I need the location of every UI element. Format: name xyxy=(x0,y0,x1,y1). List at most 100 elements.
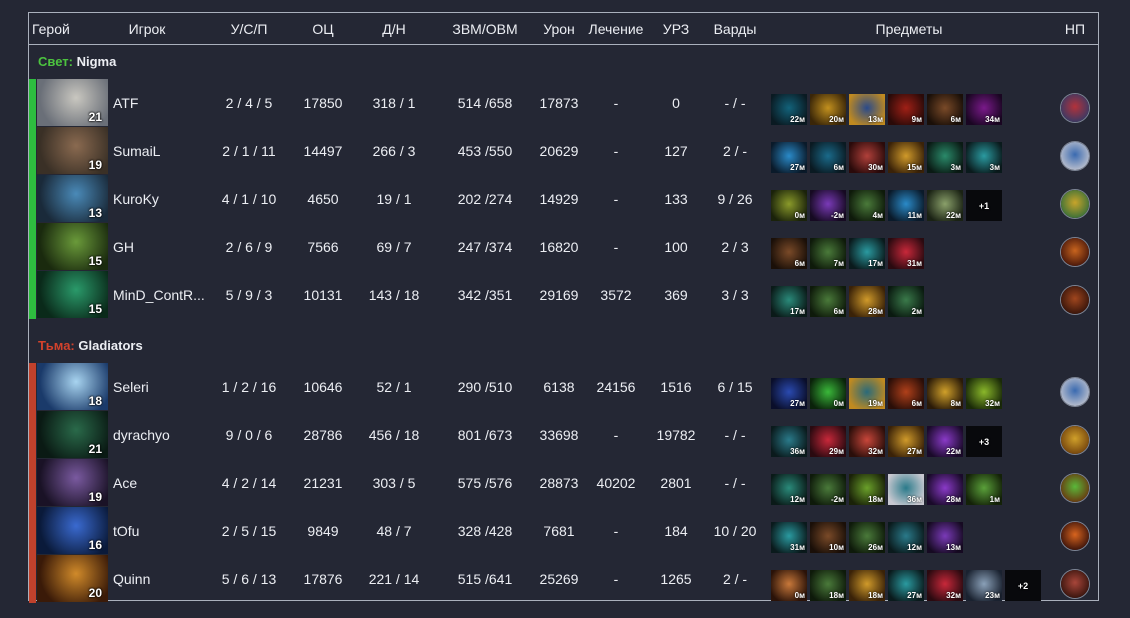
item-icon[interactable]: 2м xyxy=(888,286,924,317)
item-icon[interactable]: 17м xyxy=(771,286,807,317)
item-icon[interactable]: -2м xyxy=(810,474,846,505)
item-icon[interactable]: 32м xyxy=(927,570,963,601)
item-icon[interactable]: 3м xyxy=(927,142,963,173)
item-icon[interactable]: 28м xyxy=(927,474,963,505)
header-healing[interactable]: Лечение xyxy=(581,21,651,37)
player-name[interactable]: Seleri xyxy=(113,379,149,395)
item-icon[interactable]: 30м xyxy=(849,142,885,173)
hero-portrait[interactable]: 16 xyxy=(37,507,108,554)
item-icon[interactable]: 29м xyxy=(810,426,846,457)
neutral-item-icon[interactable] xyxy=(1060,521,1090,551)
item-icon[interactable]: 27м xyxy=(771,378,807,409)
item-icon[interactable]: 6м xyxy=(810,286,846,317)
item-icon[interactable]: 27м xyxy=(888,570,924,601)
hero-portrait[interactable]: 19 xyxy=(37,127,108,174)
player-row[interactable]: 20 Quinn 5 / 6 / 13 17876 221 / 14 515 /641 25… xyxy=(29,555,1098,603)
neutral-item-icon[interactable] xyxy=(1060,285,1090,315)
item-icon[interactable]: 6м xyxy=(888,378,924,409)
item-icon[interactable]: 0м xyxy=(771,190,807,221)
item-icon[interactable]: 31м xyxy=(771,522,807,553)
hero-portrait[interactable]: 19 xyxy=(37,459,108,506)
item-icon[interactable]: 18м xyxy=(810,570,846,601)
item-icon[interactable]: 32м xyxy=(849,426,885,457)
header-kda[interactable]: У/С/П xyxy=(209,21,289,37)
player-name[interactable]: GH xyxy=(113,239,134,255)
item-icon[interactable]: 9м xyxy=(888,94,924,125)
header-net-worth[interactable]: ОЦ xyxy=(293,21,353,37)
neutral-item-icon[interactable] xyxy=(1060,141,1090,171)
item-icon[interactable]: 18м xyxy=(849,474,885,505)
player-name[interactable]: tOfu xyxy=(113,523,139,539)
item-icon[interactable]: 34м xyxy=(966,94,1002,125)
header-damage[interactable]: Урон xyxy=(529,21,589,37)
neutral-item-icon[interactable] xyxy=(1060,473,1090,503)
header-gpm-xpm[interactable]: ЗВМ/ОВМ xyxy=(440,21,530,37)
neutral-item-icon[interactable] xyxy=(1060,425,1090,455)
neutral-item-icon[interactable] xyxy=(1060,569,1090,599)
player-row[interactable]: 16 tOfu 2 / 5 / 15 9849 48 / 7 328 /428 7681 - 1… xyxy=(29,507,1098,555)
item-icon[interactable]: 11м xyxy=(888,190,924,221)
item-icon[interactable]: 36м xyxy=(888,474,924,505)
item-icon[interactable]: 8м xyxy=(927,378,963,409)
header-last-hits-denies[interactable]: Д/Н xyxy=(359,21,429,37)
hero-portrait[interactable]: 15 xyxy=(37,223,108,270)
more-items-badge[interactable]: +2 xyxy=(1005,570,1041,601)
item-icon[interactable]: 1м xyxy=(966,474,1002,505)
hero-portrait[interactable]: 20 xyxy=(37,555,108,602)
neutral-item-icon[interactable] xyxy=(1060,237,1090,267)
player-name[interactable]: dyrachyo xyxy=(113,427,170,443)
header-hero[interactable]: Герой xyxy=(32,21,70,37)
player-row[interactable]: 21 dyrachyo 9 / 0 / 6 28786 456 / 18 801 /673… xyxy=(29,411,1098,459)
header-tower-damage[interactable]: УРЗ xyxy=(651,21,701,37)
item-icon[interactable]: 3м xyxy=(966,142,1002,173)
item-icon[interactable]: 6м xyxy=(927,94,963,125)
player-row[interactable]: 13 KuroKy 4 / 1 / 10 4650 19 / 1 202 /274 1492… xyxy=(29,175,1098,223)
item-icon[interactable]: 36м xyxy=(771,426,807,457)
header-player[interactable]: Игрок xyxy=(107,21,187,37)
player-row[interactable]: 18 Seleri 1 / 2 / 16 10646 52 / 1 290 /510 613… xyxy=(29,363,1098,411)
header-wards[interactable]: Варды xyxy=(700,21,770,37)
player-name[interactable]: SumaiL xyxy=(113,143,160,159)
player-row[interactable]: 15 MinD_ContR... 5 / 9 / 3 10131 143 / 18 342… xyxy=(29,271,1098,319)
item-icon[interactable]: -2м xyxy=(810,190,846,221)
item-icon[interactable]: 22м xyxy=(771,94,807,125)
item-icon[interactable]: 0м xyxy=(771,570,807,601)
item-icon[interactable]: 4м xyxy=(849,190,885,221)
item-icon[interactable]: 20м xyxy=(810,94,846,125)
item-icon[interactable]: 6м xyxy=(810,142,846,173)
item-icon[interactable]: 15м xyxy=(888,142,924,173)
item-icon[interactable]: 22м xyxy=(927,426,963,457)
item-icon[interactable]: 23м xyxy=(966,570,1002,601)
item-icon[interactable]: 27м xyxy=(771,142,807,173)
item-icon[interactable]: 13м xyxy=(849,94,885,125)
item-icon[interactable]: 31м xyxy=(888,238,924,269)
item-icon[interactable]: 26м xyxy=(849,522,885,553)
item-icon[interactable]: 32м xyxy=(966,378,1002,409)
item-icon[interactable]: 17м xyxy=(849,238,885,269)
hero-portrait[interactable]: 21 xyxy=(37,79,108,126)
player-name[interactable]: Quinn xyxy=(113,571,150,587)
hero-portrait[interactable]: 18 xyxy=(37,363,108,410)
item-icon[interactable]: 19м xyxy=(849,378,885,409)
player-name[interactable]: Ace xyxy=(113,475,137,491)
neutral-item-icon[interactable] xyxy=(1060,377,1090,407)
neutral-item-icon[interactable] xyxy=(1060,189,1090,219)
item-icon[interactable]: 6м xyxy=(771,238,807,269)
item-icon[interactable]: 0м xyxy=(810,378,846,409)
player-name[interactable]: ATF xyxy=(113,95,138,111)
player-row[interactable]: 19 SumaiL 2 / 1 / 11 14497 266 / 3 453 /550 20… xyxy=(29,127,1098,175)
item-icon[interactable]: 12м xyxy=(888,522,924,553)
player-row[interactable]: 21 ATF 2 / 4 / 5 17850 318 / 1 514 /658 17873 -… xyxy=(29,79,1098,127)
player-name[interactable]: KuroKy xyxy=(113,191,159,207)
hero-portrait[interactable]: 15 xyxy=(37,271,108,318)
more-items-badge[interactable]: +1 xyxy=(966,190,1002,221)
item-icon[interactable]: 10м xyxy=(810,522,846,553)
item-icon[interactable]: 28м xyxy=(849,286,885,317)
hero-portrait[interactable]: 21 xyxy=(37,411,108,458)
item-icon[interactable]: 22м xyxy=(927,190,963,221)
player-row[interactable]: 15 GH 2 / 6 / 9 7566 69 / 7 247 /374 16820 - 100… xyxy=(29,223,1098,271)
item-icon[interactable]: 13м xyxy=(927,522,963,553)
neutral-item-icon[interactable] xyxy=(1060,93,1090,123)
item-icon[interactable]: 27м xyxy=(888,426,924,457)
item-icon[interactable]: 7м xyxy=(810,238,846,269)
